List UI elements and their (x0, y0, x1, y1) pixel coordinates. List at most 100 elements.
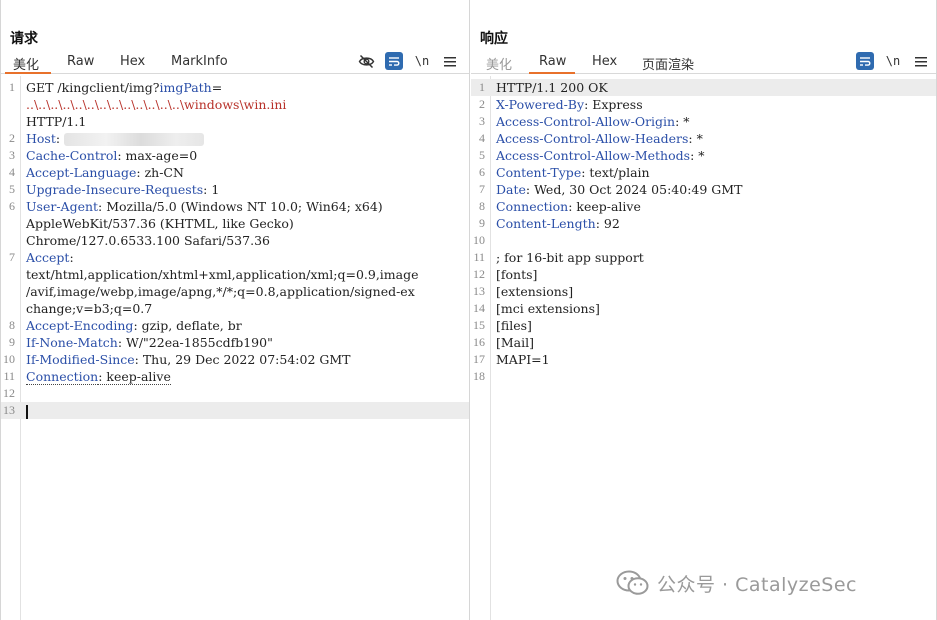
code-text: : Mozilla/5.0 (Windows NT 10.0; Win64; x… (98, 199, 383, 214)
wechat-icon (616, 570, 649, 595)
line-text: If-None-Match: W/"22ea-1855cdfb190" (26, 334, 273, 351)
response-tab-render[interactable]: 页面渲染 (642, 54, 694, 73)
response-word-wrap-button[interactable] (856, 52, 874, 70)
line-text: Content-Type: text/plain (496, 164, 650, 181)
response-code-line: 15 [files] (471, 317, 936, 334)
hamburger-menu-icon (915, 56, 927, 66)
line-text: AppleWebKit/537.36 (KHTML, like Gecko) (26, 215, 294, 232)
response-code-line: 17 MAPI=1 (471, 351, 936, 368)
line-number: 10 (3, 352, 15, 366)
line-text: text/html,application/xhtml+xml,applicat… (26, 266, 419, 283)
line-number: 8 (479, 199, 485, 213)
header-name: imgPath (159, 80, 212, 95)
eye-off-icon (358, 54, 374, 68)
line-number: 13 (473, 284, 485, 298)
request-code-line: 10 If-Modified-Since: Thu, 29 Dec 2022 07… (1, 351, 469, 368)
request-code-line: HTTP/1.1 (1, 113, 469, 130)
header-value: : keep-alive (98, 369, 171, 385)
response-code-line: 10 (471, 232, 936, 249)
response-code-line: 18 (471, 368, 936, 385)
line-number: 6 (479, 165, 485, 179)
word-wrap-button[interactable] (385, 52, 403, 70)
code-text: [extensions] (496, 284, 574, 299)
code-text: : max-age=0 (117, 148, 198, 163)
response-tab-raw[interactable]: Raw (539, 54, 566, 69)
line-text: HTTP/1.1 (26, 113, 86, 130)
line-text: ; for 16-bit app support (496, 249, 644, 266)
code-text: HTTP/1.1 (26, 114, 87, 129)
header-name: X-Powered-By (496, 97, 585, 112)
header-name: Content-Type (496, 165, 582, 180)
header-name: Content-Length (496, 216, 596, 231)
response-tab-pretty[interactable]: 美化 (486, 54, 512, 73)
line-number: 11 (3, 369, 15, 383)
header-name: Cache-Control (26, 148, 118, 163)
line-text: [fonts] (496, 266, 537, 283)
line-number: 1 (479, 80, 485, 94)
request-tab-raw[interactable]: Raw (67, 54, 94, 69)
line-text (26, 402, 28, 419)
request-tab-markinfo[interactable]: MarkInfo (171, 54, 228, 69)
code-text: : 92 (595, 216, 620, 231)
code-text: : (69, 250, 74, 265)
header-name: Access-Control-Allow-Headers (496, 131, 689, 146)
response-code-line: 2 X-Powered-By: Express (471, 96, 936, 113)
request-code-line: 7 Accept: (1, 249, 469, 266)
line-number: 7 (9, 250, 15, 264)
response-code-line: 7 Date: Wed, 30 Oct 2024 05:40:49 GMT (471, 181, 936, 198)
hide-nonprintable-button[interactable] (357, 52, 375, 70)
response-editor[interactable]: 1 HTTP/1.1 200 OK 2 X-Powered-By: Express 3 A… (471, 76, 936, 620)
line-text: Cache-Control: max-age=0 (26, 147, 197, 164)
request-code-line: 13 (1, 402, 469, 419)
wrap-lines-icon (389, 56, 400, 66)
line-text: /avif,image/webp,image/apng,*/*;q=0.8,ap… (26, 283, 415, 300)
param-value: ..\..\..\..\..\..\..\..\..\..\..\..\..\w… (26, 97, 287, 112)
response-tab-hex[interactable]: Hex (592, 54, 617, 69)
response-code-line: 12 [fonts] (471, 266, 936, 283)
line-number: 7 (479, 182, 485, 196)
line-number: 14 (473, 301, 485, 315)
code-text: : * (688, 131, 703, 146)
line-number: 4 (479, 131, 485, 145)
code-text: text/html,application/xhtml+xml,applicat… (26, 267, 419, 282)
request-code-line: 2 Host: (1, 130, 469, 147)
header-name: Accept (26, 250, 70, 265)
line-number: 15 (473, 318, 485, 332)
header-name: Access-Control-Allow-Origin (496, 114, 676, 129)
code-text: MAPI=1 (496, 352, 550, 367)
response-pane: 响应 美化 Raw Hex 页面渲染 \n 1 HTTP/1.1 200 OK 2 X… (471, 0, 937, 620)
response-menu-button[interactable] (912, 52, 930, 70)
request-code-line: 3 Cache-Control: max-age=0 (1, 147, 469, 164)
line-text: [files] (496, 317, 532, 334)
header-name: Upgrade-Insecure-Requests (26, 182, 204, 197)
line-number: 2 (9, 131, 15, 145)
line-number: 4 (9, 165, 15, 179)
request-tab-hex[interactable]: Hex (120, 54, 145, 69)
line-number: 8 (9, 318, 15, 332)
line-text: [Mail] (496, 334, 534, 351)
response-code-line: 5 Access-Control-Allow-Methods: * (471, 147, 936, 164)
line-number: 12 (3, 386, 15, 400)
request-code-line: AppleWebKit/537.36 (KHTML, like Gecko) (1, 215, 469, 232)
line-text: Accept: (26, 249, 74, 266)
request-editor[interactable]: 1 GET /kingclient/img?imgPath= ..\..\..\..… (1, 76, 469, 620)
response-active-tab-indicator (529, 72, 575, 74)
show-newlines-button[interactable]: \n (413, 52, 431, 70)
response-code-line: 16 [Mail] (471, 334, 936, 351)
code-text: : zh-CN (136, 165, 184, 180)
response-code-line: 9 Content-Length: 92 (471, 215, 936, 232)
code-text: : Wed, 30 Oct 2024 05:40:49 GMT (525, 182, 743, 197)
line-text: X-Powered-By: Express (496, 96, 643, 113)
line-text: Access-Control-Allow-Headers: * (496, 130, 703, 147)
response-show-newlines-button[interactable]: \n (884, 52, 902, 70)
request-menu-button[interactable] (441, 52, 459, 70)
code-text: : * (675, 114, 690, 129)
line-text: Upgrade-Insecure-Requests: 1 (26, 181, 219, 198)
response-code-line: 4 Access-Control-Allow-Headers: * (471, 130, 936, 147)
line-text: Access-Control-Allow-Origin: * (496, 113, 690, 130)
line-number: 13 (3, 403, 15, 417)
response-code-line: 1 HTTP/1.1 200 OK (471, 79, 936, 96)
hamburger-menu-icon (444, 56, 456, 66)
code-text: : 1 (203, 182, 220, 197)
request-tab-pretty[interactable]: 美化 (13, 54, 39, 73)
